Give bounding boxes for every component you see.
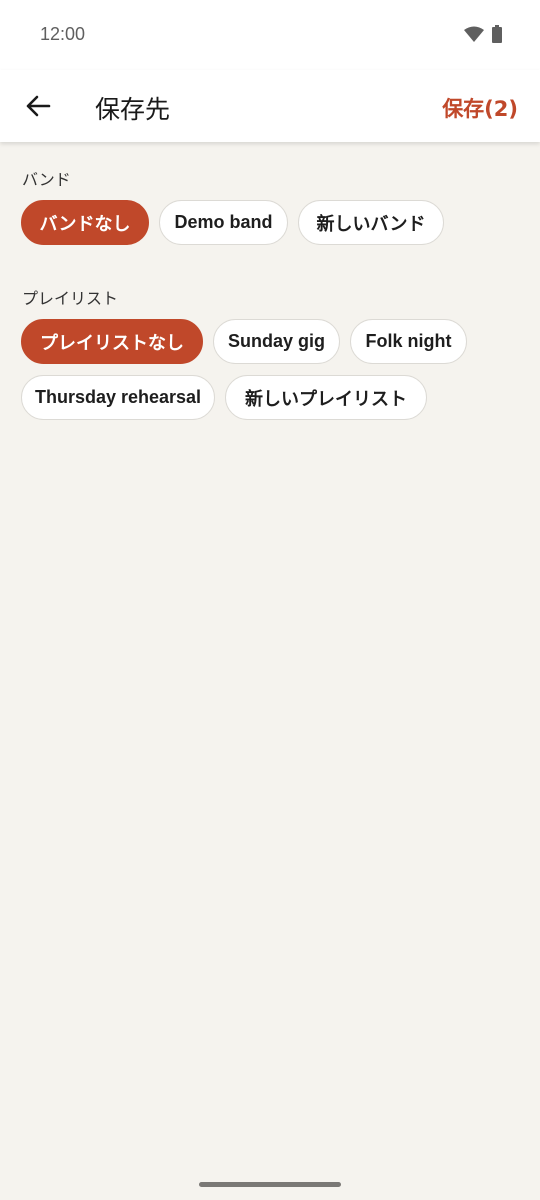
app-bar: 保存先 保存(2) xyxy=(0,70,540,142)
chip-thursday-rehearsal[interactable]: Thursday rehearsal xyxy=(21,375,215,420)
chip-demo-band[interactable]: Demo band xyxy=(159,200,288,245)
band-section-label: バンド xyxy=(22,170,71,189)
save-destination-screen: 12:00 保存先 保存(2) バンド バンドなし Demo band 新しいバ… xyxy=(0,0,540,1200)
home-indicator[interactable] xyxy=(199,1182,341,1187)
page-title: 保存先 xyxy=(95,95,171,124)
chip-new-playlist[interactable]: 新しいプレイリスト xyxy=(225,375,427,420)
chip-folk-night[interactable]: Folk night xyxy=(350,319,467,364)
wifi-icon xyxy=(464,26,484,42)
playlist-section-label: プレイリスト xyxy=(22,289,119,308)
status-bar: 12:00 xyxy=(0,0,540,70)
battery-icon xyxy=(492,25,502,43)
chip-no-band[interactable]: バンドなし xyxy=(21,200,149,245)
chip-sunday-gig[interactable]: Sunday gig xyxy=(213,319,340,364)
chip-new-band[interactable]: 新しいバンド xyxy=(298,200,444,245)
save-button[interactable]: 保存(2) xyxy=(442,93,518,123)
chip-no-playlist[interactable]: プレイリストなし xyxy=(21,319,203,364)
status-time: 12:00 xyxy=(40,24,86,44)
back-button[interactable] xyxy=(20,88,56,124)
arrow-left-icon xyxy=(26,95,51,117)
